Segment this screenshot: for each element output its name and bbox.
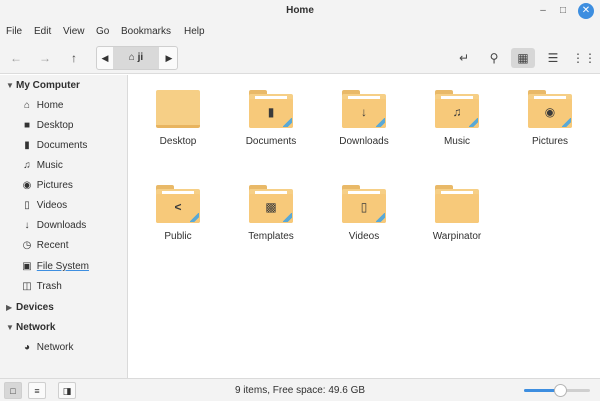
file-label: Desktop (159, 136, 197, 147)
status-bar: □ ≡ ◨ 9 items, Free space: 49.6 GB (0, 378, 600, 401)
file-label: Music (443, 136, 471, 147)
trash-icon: ◫ (22, 281, 32, 292)
menu-help[interactable]: Help (184, 26, 205, 37)
menu-bookmarks[interactable]: Bookmarks (121, 26, 171, 37)
folder-icon (435, 185, 479, 223)
sidebar-item-videos[interactable]: ▯ Videos (20, 200, 67, 211)
documents-icon: ▮ (24, 140, 30, 151)
sidebar-item-music[interactable]: ♫ Music (20, 160, 63, 171)
menu-go[interactable]: Go (96, 26, 109, 37)
file-item-public[interactable]: < Public (138, 185, 218, 242)
folder-pictures-icon: ◉ (528, 90, 572, 128)
sidebar-item-trash[interactable]: ◫ Trash (20, 281, 62, 292)
sidebar-section-my-computer[interactable]: ▼ My Computer (6, 80, 80, 91)
folder-public-icon: < (156, 185, 200, 223)
terminal-icon[interactable]: ↵ (454, 48, 474, 68)
desktop-icon: ■ (23, 120, 31, 131)
path-bar: ◀ ⌂ ji ▶ (96, 46, 178, 70)
folder-music-icon: ♫ (435, 90, 479, 128)
folder-downloads-icon: ↓ (342, 90, 386, 128)
camera-icon: ◉ (22, 180, 32, 191)
chevron-down-icon: ▼ (6, 323, 14, 332)
sidebar-item-recent[interactable]: ◷ Recent (20, 240, 69, 251)
file-view: Desktop ▮ Documents ↓ Downloads ♫ Music … (129, 75, 600, 378)
sidebar: ▼ My Computer ⌂ Home ■ Desktop ▮ Document… (0, 75, 128, 378)
folder-icon (156, 90, 200, 128)
toolbar: ← → ↑ ◀ ⌂ ji ▶ ↵ ⚲ ▦ ☰ ⋮⋮ (0, 42, 600, 74)
sidebar-item-downloads[interactable]: ↓ Downloads (20, 220, 87, 231)
sidebar-item-file-system[interactable]: ▣ File System (20, 261, 89, 272)
path-left-icon[interactable]: ◀ (97, 47, 113, 69)
menu-file[interactable]: File (6, 26, 22, 37)
sidebar-item-pictures[interactable]: ◉ Pictures (20, 180, 73, 191)
sidebar-section-devices[interactable]: ▶ Devices (6, 302, 54, 313)
file-label: Warpinator (432, 231, 482, 242)
file-label: Downloads (339, 136, 389, 147)
minimize-button[interactable]: – (536, 4, 550, 18)
forward-arrow-icon[interactable]: → (35, 48, 55, 68)
menu-bar: File Edit View Go Bookmarks Help (0, 22, 600, 42)
chevron-down-icon: ▼ (6, 81, 14, 90)
sidebar-item-network[interactable]: ◕ Network (20, 342, 74, 353)
maximize-button[interactable]: □ (556, 4, 570, 18)
up-arrow-icon[interactable]: ↑ (64, 48, 84, 68)
status-text: 9 items, Free space: 49.6 GB (234, 385, 366, 396)
path-home-label: ji (137, 52, 144, 63)
folder-videos-icon: ▯ (342, 185, 386, 223)
window-title: Home (286, 5, 314, 16)
sidebar-item-desktop[interactable]: ■ Desktop (20, 120, 74, 131)
music-icon: ♫ (23, 160, 31, 171)
file-item-music[interactable]: ♫ Music (417, 90, 497, 147)
path-home-button[interactable]: ⌂ ji (113, 47, 159, 69)
chevron-right-icon: ▶ (6, 303, 13, 312)
home-icon: ⌂ (23, 100, 31, 111)
compact-view-icon[interactable]: ⋮⋮ (572, 48, 596, 68)
title-bar: Home – □ ✕ (0, 0, 600, 22)
clock-icon: ◷ (22, 240, 32, 251)
file-label: Videos (348, 231, 380, 242)
folder-templates-icon: ▩ (249, 185, 293, 223)
film-icon: ▯ (24, 200, 30, 211)
download-icon: ↓ (24, 220, 30, 231)
drive-icon: ▣ (22, 261, 32, 272)
file-label: Public (164, 231, 192, 242)
close-button[interactable]: ✕ (578, 3, 594, 19)
file-label: Pictures (531, 136, 569, 147)
file-item-desktop[interactable]: Desktop (138, 90, 218, 147)
sidebar-item-home[interactable]: ⌂ Home (20, 100, 64, 111)
file-label: Documents (245, 136, 297, 147)
grid-view-icon[interactable]: ▦ (511, 48, 535, 68)
sidebar-item-documents[interactable]: ▮ Documents (20, 140, 87, 151)
file-item-warpinator[interactable]: Warpinator (417, 185, 497, 242)
file-label: Templates (248, 231, 294, 242)
search-icon[interactable]: ⚲ (484, 48, 504, 68)
file-item-documents[interactable]: ▮ Documents (231, 90, 311, 147)
file-item-downloads[interactable]: ↓ Downloads (324, 90, 404, 147)
home-icon: ⌂ (128, 52, 135, 63)
list-view-icon[interactable]: ☰ (543, 48, 563, 68)
file-item-templates[interactable]: ▩ Templates (231, 185, 311, 242)
network-icon: ◕ (23, 342, 31, 353)
file-item-pictures[interactable]: ◉ Pictures (510, 90, 590, 147)
sidebar-section-network[interactable]: ▼ Network (6, 322, 55, 333)
path-right-icon[interactable]: ▶ (161, 47, 177, 69)
zoom-slider[interactable] (524, 384, 590, 397)
file-item-videos[interactable]: ▯ Videos (324, 185, 404, 242)
menu-edit[interactable]: Edit (34, 26, 51, 37)
menu-view[interactable]: View (63, 26, 85, 37)
folder-documents-icon: ▮ (249, 90, 293, 128)
back-arrow-icon[interactable]: ← (6, 48, 26, 68)
